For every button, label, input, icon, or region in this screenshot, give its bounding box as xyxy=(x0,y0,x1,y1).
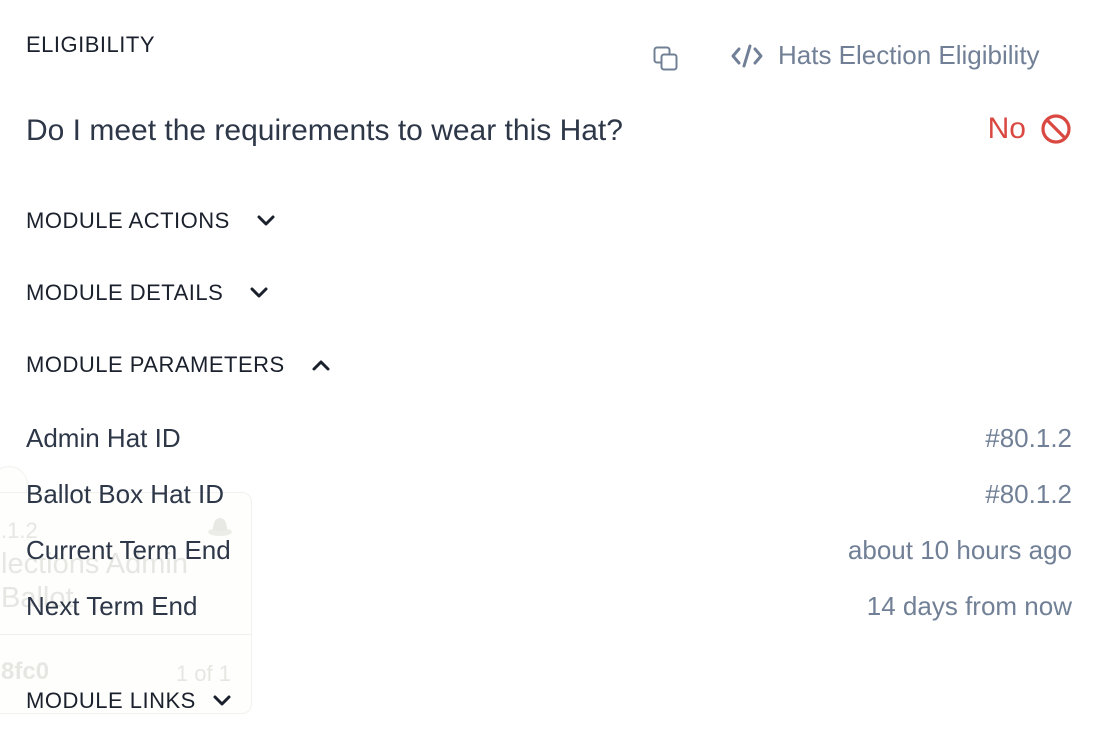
parameter-value: #80.1.2 xyxy=(985,479,1072,509)
eligibility-status: No xyxy=(988,112,1072,146)
eligibility-panel: ELIGIBILITY Hats Election Eligibility Do… xyxy=(0,0,1118,740)
module-details-label: MODULE DETAILS xyxy=(26,280,224,305)
module-details-toggle[interactable]: MODULE DETAILS xyxy=(26,280,269,306)
module-link[interactable]: Hats Election Eligibility xyxy=(730,40,1040,71)
chevron-down-icon xyxy=(213,695,231,706)
module-name: Hats Election Eligibility xyxy=(778,40,1040,70)
chevron-down-icon xyxy=(250,287,268,298)
eligibility-answer: No xyxy=(987,112,1026,145)
parameter-value: about 10 hours ago xyxy=(847,535,1072,565)
code-icon xyxy=(731,44,763,67)
chevron-down-icon xyxy=(257,215,275,226)
copy-icon[interactable] xyxy=(651,44,681,74)
parameter-label: Current Term End xyxy=(26,535,231,565)
parameter-value: 14 days from now xyxy=(866,591,1072,621)
eligibility-heading: ELIGIBILITY xyxy=(26,32,155,57)
module-parameters-label: MODULE PARAMETERS xyxy=(26,352,285,377)
prohibited-icon xyxy=(1041,114,1071,144)
module-links-label: MODULE LINKS xyxy=(26,688,196,713)
parameter-value: #80.1.2 xyxy=(985,423,1072,453)
parameter-label: Ballot Box Hat ID xyxy=(26,479,224,509)
chevron-up-icon xyxy=(312,360,330,371)
module-links-toggle[interactable]: MODULE LINKS xyxy=(26,688,232,714)
module-actions-label: MODULE ACTIONS xyxy=(26,208,230,233)
module-parameters-toggle[interactable]: MODULE PARAMETERS xyxy=(26,352,331,378)
parameter-label: Admin Hat ID xyxy=(26,423,181,453)
eligibility-question: Do I meet the requirements to wear this … xyxy=(26,114,623,147)
module-actions-toggle[interactable]: MODULE ACTIONS xyxy=(26,208,276,234)
parameter-label: Next Term End xyxy=(26,591,198,621)
